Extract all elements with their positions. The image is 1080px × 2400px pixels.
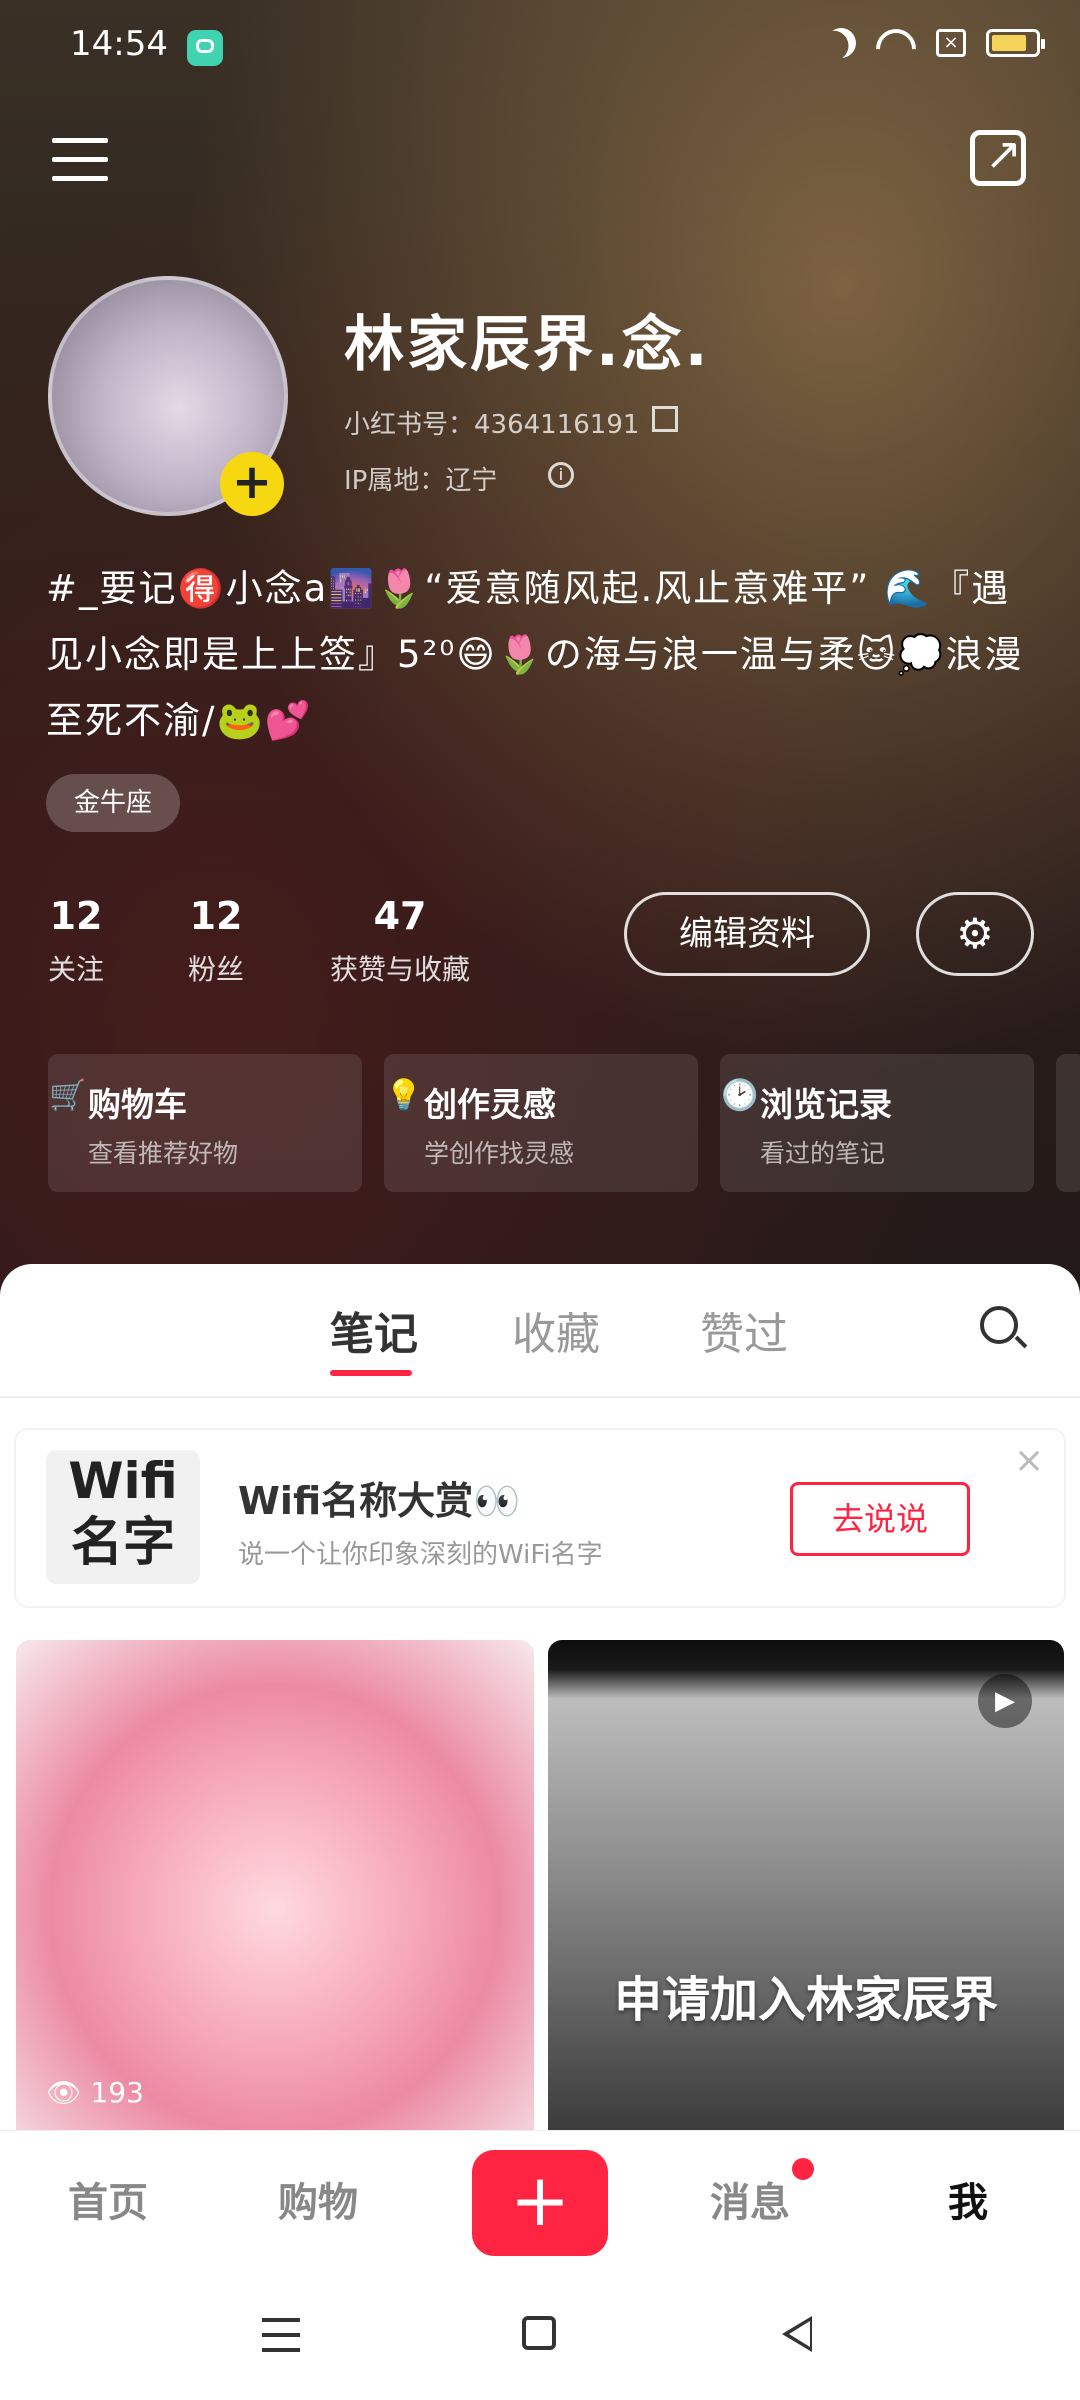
badge-line-1: Wifi — [68, 1452, 178, 1510]
profile-bio: #_要记🉐小念a🌆🌷“爱意随风起.风止意难平” 🌊『遇见小念即是上上签』5²⁰😄… — [46, 567, 1024, 742]
battery-icon — [986, 29, 1045, 57]
nav-home[interactable]: 首页 — [68, 2170, 148, 2228]
search-icon[interactable] — [980, 1306, 1018, 1344]
cart-icon: 🛒 — [49, 1078, 87, 1113]
message-badge — [792, 2158, 814, 2180]
lightbulb-icon: 💡 — [385, 1078, 423, 1113]
view-count-value: 193 — [90, 2076, 144, 2109]
banner-subtitle: 说一个让你印象深刻的WiFi名字 — [238, 1540, 603, 1570]
recent-apps-icon[interactable] — [262, 2318, 300, 2354]
card-shopping-cart[interactable]: 🛒 购物车 查看推荐好物 — [48, 1054, 362, 1192]
nav-messages[interactable]: 消息 — [710, 2170, 790, 2228]
card-next-edge[interactable] — [1056, 1054, 1080, 1192]
card-subtitle: 学创作找灵感 — [424, 1139, 575, 1168]
sim-off-icon: × — [936, 29, 966, 57]
following-count: 12 — [49, 894, 103, 938]
username: 林家辰界.念. — [344, 310, 711, 380]
banner-title: Wifi名称大赏👀 — [238, 1479, 521, 1523]
tab-liked[interactable]: 赞过 — [700, 1298, 788, 1362]
following-label: 关注 — [48, 953, 105, 986]
moon-icon — [822, 24, 860, 62]
likes-stat[interactable]: 47 获赞与收藏 — [330, 894, 470, 988]
card-subtitle: 查看推荐好物 — [88, 1139, 239, 1168]
note-card-1[interactable] — [16, 1640, 534, 2130]
tab-active-indicator — [330, 1370, 412, 1376]
divider — [0, 1396, 1080, 1398]
gear-icon: ⚙ — [956, 909, 994, 958]
tab-notes[interactable]: 笔记 — [330, 1298, 418, 1362]
status-time: 14:54 — [70, 24, 168, 64]
followers-label: 粉丝 — [188, 953, 245, 986]
home-icon[interactable] — [522, 2316, 556, 2350]
eye-icon: 👁 — [46, 2076, 82, 2109]
likes-label: 获赞与收藏 — [330, 953, 471, 986]
nav-me[interactable]: 我 — [948, 2170, 988, 2228]
likes-count: 47 — [373, 894, 427, 938]
card-title: 购物车 — [88, 1085, 187, 1124]
tab-collections[interactable]: 收藏 — [512, 1298, 600, 1362]
zodiac-tag[interactable]: 金牛座 — [46, 774, 181, 832]
share-icon[interactable] — [970, 129, 1026, 186]
wifi-badge: Wifi 名字 — [46, 1450, 200, 1584]
status-bar: 14:54 × — [0, 0, 1080, 100]
qr-code-icon[interactable] — [652, 406, 678, 432]
nav-shopping[interactable]: 购物 — [278, 2170, 358, 2228]
edit-profile-button[interactable]: 编辑资料 — [624, 892, 870, 976]
wifi-icon — [876, 29, 916, 57]
info-icon[interactable]: i — [548, 462, 574, 488]
card-subtitle: 看过的笔记 — [760, 1139, 886, 1168]
play-icon: ▶ — [978, 1674, 1032, 1728]
red-id: 小红书号：4364116191 — [344, 410, 640, 440]
hamburger-icon[interactable] — [52, 138, 108, 182]
back-icon[interactable] — [782, 2316, 812, 2352]
following-stat[interactable]: 12 关注 — [48, 894, 104, 988]
card-creation-inspiration[interactable]: 💡 创作灵感 学创作找灵感 — [384, 1054, 698, 1192]
card-title: 浏览记录 — [760, 1085, 892, 1124]
chat-app-icon — [187, 30, 223, 66]
clock-icon: 🕑 — [721, 1078, 759, 1113]
ip-location: IP属地：辽宁 — [344, 466, 498, 496]
card-browsing-history[interactable]: 🕑 浏览记录 看过的笔记 — [720, 1054, 1034, 1192]
note-2-caption: 申请加入林家辰界 — [613, 1972, 998, 2028]
followers-stat[interactable]: 12 粉丝 — [188, 894, 244, 988]
view-count: 👁 193 — [46, 2076, 144, 2109]
badge-line-2: 名字 — [70, 1513, 175, 1573]
add-avatar-button[interactable]: + — [220, 452, 284, 516]
followers-count: 12 — [189, 894, 243, 938]
close-icon[interactable]: × — [1014, 1440, 1044, 1481]
add-note-button[interactable]: + — [472, 2150, 608, 2256]
go-say-button[interactable]: 去说说 — [790, 1482, 970, 1556]
settings-button[interactable]: ⚙ — [916, 892, 1034, 976]
card-title: 创作灵感 — [424, 1085, 556, 1124]
